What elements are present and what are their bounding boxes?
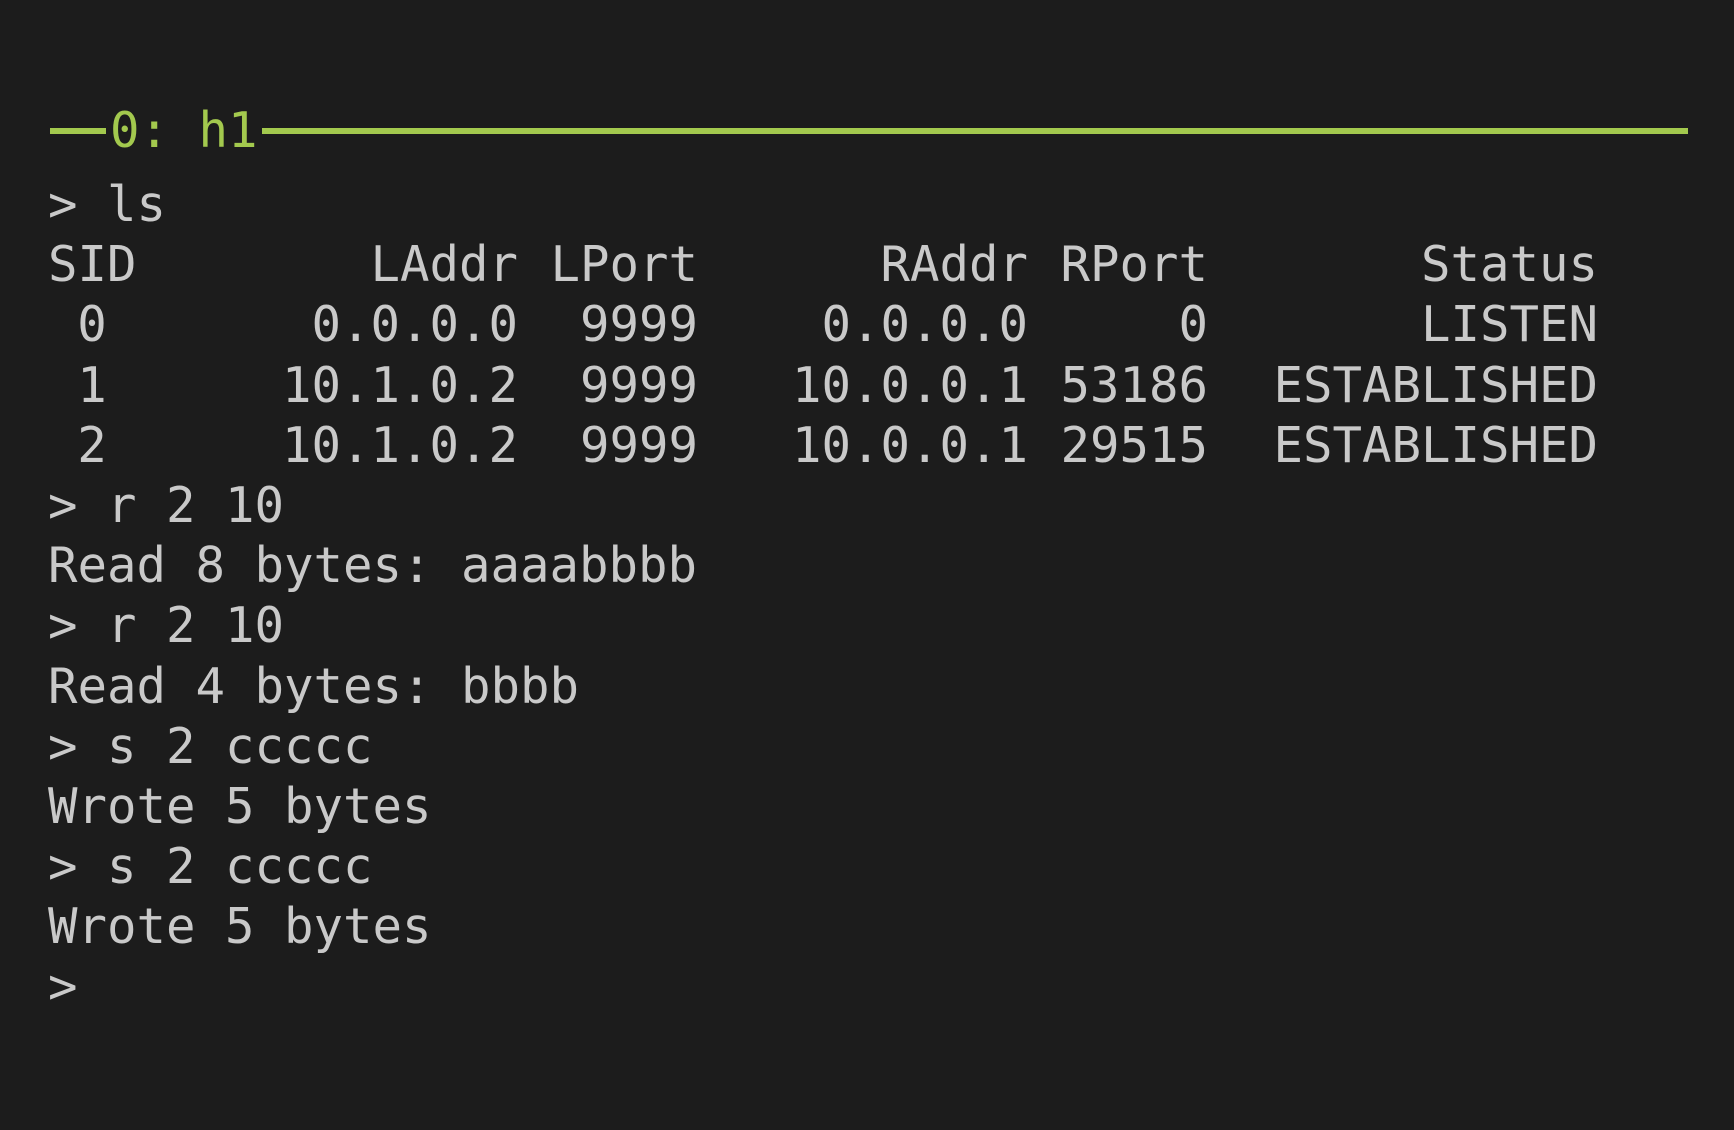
cell-rport: 29515 — [1060, 416, 1208, 474]
cell-sid: 0 — [77, 296, 107, 354]
column-header-lport: LPort — [550, 236, 698, 294]
cell-status: ESTABLISHED — [1273, 416, 1598, 474]
cell-laddr: 10.1.0.2 — [281, 416, 518, 474]
pane-title: 0: h1 — [110, 102, 258, 159]
command-line: > ls — [48, 176, 167, 233]
prompt-symbol: > — [48, 958, 78, 1016]
column-header-rport: RPort — [1060, 236, 1208, 294]
column-header-raddr: RAddr — [880, 236, 1028, 294]
cell-rport: 0 — [1178, 296, 1208, 354]
command-input[interactable]: > — [48, 957, 1688, 1017]
cell-status: ESTABLISHED — [1273, 356, 1598, 414]
command-line: > r 2 10 — [48, 597, 285, 655]
title-border-right — [262, 128, 1688, 134]
cell-lport: 9999 — [579, 356, 698, 414]
column-header-laddr: LAddr — [370, 236, 518, 294]
table-row: 0 0.0.0.0 9999 0.0.0.0 0 LISTEN — [48, 295, 1688, 355]
output-line: Read 8 bytes: aaaabbbb — [48, 537, 698, 595]
cell-laddr: 10.1.0.2 — [281, 356, 518, 414]
output-line: Wrote 5 bytes — [48, 777, 432, 835]
column-header-status: Status — [1420, 236, 1598, 294]
cell-raddr: 0.0.0.0 — [821, 296, 1028, 354]
cell-lport: 9999 — [579, 416, 698, 474]
cell-status: LISTEN — [1420, 296, 1598, 354]
cell-rport: 53186 — [1060, 356, 1208, 414]
table-header-row: SID LAddr LPort RAddr RPort Status — [48, 235, 1688, 295]
command-line: > s 2 ccccc — [48, 838, 373, 896]
tmux-pane-title-bar: 0: h1 — [50, 98, 1688, 164]
cell-laddr: 0.0.0.0 — [311, 296, 518, 354]
cell-raddr: 10.0.0.1 — [791, 356, 1028, 414]
command-line: > s 2 ccccc — [48, 717, 373, 775]
column-header-sid: SID — [48, 236, 137, 294]
cell-raddr: 10.0.0.1 — [791, 416, 1028, 474]
cell-sid: 2 — [77, 416, 107, 474]
output-line: Read 4 bytes: bbbb — [48, 657, 580, 715]
terminal-output: > ls SID LAddr LPort RAddr RPort Status 0 0.0.… — [48, 175, 1688, 1017]
command-line: > r 2 10 — [48, 476, 285, 534]
table-row: 2 10.1.0.2 9999 10.0.0.1 29515 ESTABLISHED — [48, 416, 1688, 476]
cell-lport: 9999 — [579, 296, 698, 354]
output-line: Wrote 5 bytes — [48, 898, 432, 956]
table-row: 1 10.1.0.2 9999 10.0.0.1 53186 ESTABLISHED — [48, 356, 1688, 416]
title-border-left — [50, 128, 106, 134]
cell-sid: 1 — [77, 356, 107, 414]
terminal-window[interactable]: 0: h1 > ls SID LAddr LPort RAddr RPort Status… — [0, 0, 1734, 1130]
